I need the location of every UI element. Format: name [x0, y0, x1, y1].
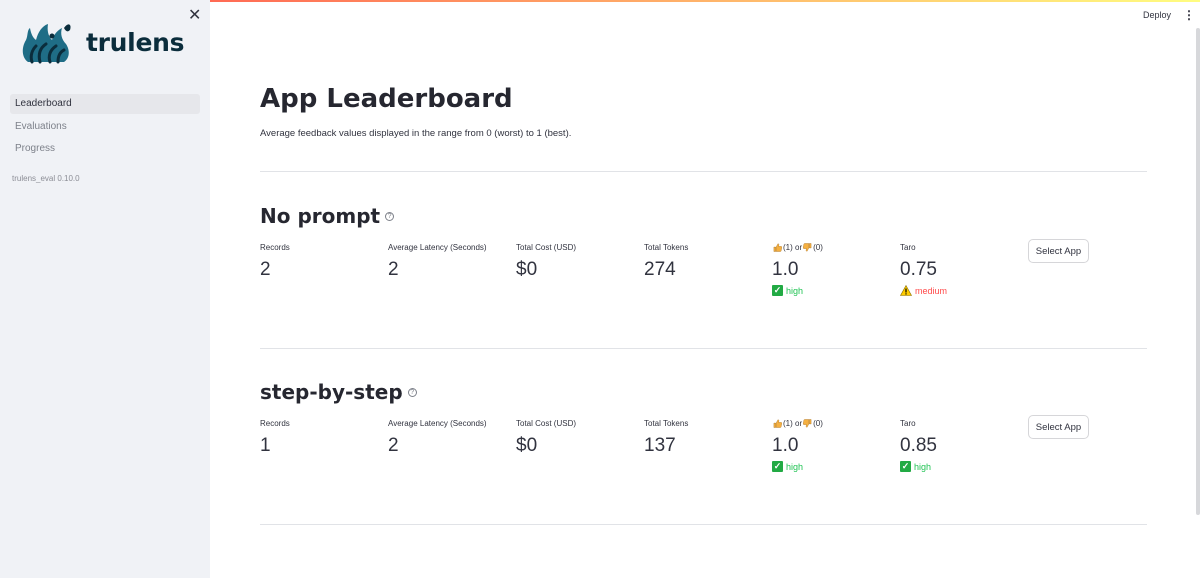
delta-text: high: [786, 285, 804, 296]
metric-value: 2: [388, 435, 399, 456]
thumbs-up-icon: [773, 419, 782, 428]
thumbs-up-icon: [773, 243, 782, 252]
metric-label: Records: [260, 242, 290, 252]
metric-tokens: Total Tokens 137: [644, 418, 688, 458]
metric-feedback: (1) or (0) 1.0 ✓ high: [772, 418, 823, 472]
metric-label: (1) or (0): [772, 418, 823, 428]
metric-taro: Taro 0.85 ✓ high: [900, 418, 937, 472]
check-icon: ✓: [772, 285, 783, 296]
metric-label: Average Latency (Seconds): [388, 242, 487, 252]
metric-records: Records 1: [260, 418, 290, 458]
metric-value: 0.85: [900, 435, 937, 456]
metric-cost: Total Cost (USD) $0: [516, 418, 576, 458]
delta-text: medium: [915, 285, 948, 296]
feedback-label-a: (1) or: [783, 242, 803, 252]
metric-label: Average Latency (Seconds): [388, 418, 487, 428]
metric-value: 0.75: [900, 259, 937, 280]
metric-value: 2: [388, 259, 399, 280]
delta-text: high: [914, 461, 932, 472]
app-name: step-by-step ?: [260, 380, 417, 404]
metric-value: 137: [644, 435, 676, 456]
feedback-label-b: (0): [813, 418, 823, 428]
metric-label: Total Cost (USD): [516, 418, 577, 428]
warning-icon: [900, 285, 912, 296]
metric-label: Records: [260, 418, 290, 428]
help-icon[interactable]: ?: [385, 211, 395, 221]
metric-latency: Average Latency (Seconds) 2: [388, 418, 487, 458]
metric-value: 1.0: [772, 435, 799, 456]
thumbs-down-icon: [803, 418, 812, 427]
metric-delta: ✓ high: [772, 461, 823, 472]
metric-value: $0: [516, 259, 538, 280]
trulens-logo-icon: [22, 24, 71, 64]
sidebar-item-evaluations[interactable]: Evaluations: [10, 117, 200, 137]
metric-label: (1) or (0): [772, 242, 823, 252]
metric-value: 274: [644, 259, 676, 280]
divider: [260, 171, 1147, 172]
page-title: App Leaderboard: [260, 84, 513, 114]
metric-delta: ✓ high: [772, 285, 823, 296]
check-icon: ✓: [900, 461, 911, 472]
metric-tokens: Total Tokens 274: [644, 242, 688, 282]
metric-value: 1: [260, 435, 271, 456]
feedback-label-b: (0): [813, 242, 823, 252]
sidebar-item-leaderboard[interactable]: Leaderboard: [10, 94, 200, 114]
metric-label: Taro: [900, 418, 916, 428]
select-app-button[interactable]: Select App: [1028, 239, 1089, 263]
divider: [260, 348, 1147, 349]
metric-delta: ✓ high: [900, 461, 937, 472]
page-subtitle: Average feedback values displayed in the…: [260, 128, 572, 139]
metric-feedback: (1) or (0) 1.0 ✓ high: [772, 242, 823, 296]
metric-value: 2: [260, 259, 271, 280]
app-name-text: No prompt: [260, 204, 381, 228]
metric-delta: medium: [900, 285, 947, 296]
sidebar: ✕ trulens Leaderboard Evaluations Progre…: [0, 0, 210, 578]
help-icon[interactable]: ?: [407, 387, 417, 397]
select-app-button[interactable]: Select App: [1028, 415, 1089, 439]
sidebar-item-progress[interactable]: Progress: [10, 139, 200, 159]
metric-label: Total Tokens: [644, 418, 689, 428]
feedback-label-a: (1) or: [783, 418, 803, 428]
metric-records: Records 2: [260, 242, 290, 282]
check-icon: ✓: [772, 461, 783, 472]
metric-label: Taro: [900, 242, 916, 252]
app-name-text: step-by-step: [260, 380, 403, 404]
app-name: No prompt ?: [260, 204, 395, 228]
version-label: trulens_eval 0.10.0: [12, 174, 80, 183]
metric-value: $0: [516, 435, 538, 456]
kebab-menu-icon[interactable]: ⋮: [1183, 8, 1195, 22]
metric-cost: Total Cost (USD) $0: [516, 242, 576, 282]
metric-latency: Average Latency (Seconds) 2: [388, 242, 487, 282]
thumbs-down-icon: [803, 242, 812, 251]
metric-value: 1.0: [772, 259, 799, 280]
metric-taro: Taro 0.75 medium: [900, 242, 947, 296]
close-icon[interactable]: ✕: [188, 8, 201, 24]
divider: [260, 524, 1147, 525]
metric-label: Total Cost (USD): [516, 242, 577, 252]
delta-text: high: [786, 461, 804, 472]
metric-label: Total Tokens: [644, 242, 689, 252]
deploy-button[interactable]: Deploy: [1143, 10, 1171, 20]
scrollbar[interactable]: [1196, 28, 1200, 515]
logo: trulens: [18, 18, 184, 66]
logo-text: trulens: [86, 27, 185, 57]
sidebar-nav: Leaderboard Evaluations Progress: [10, 94, 200, 162]
